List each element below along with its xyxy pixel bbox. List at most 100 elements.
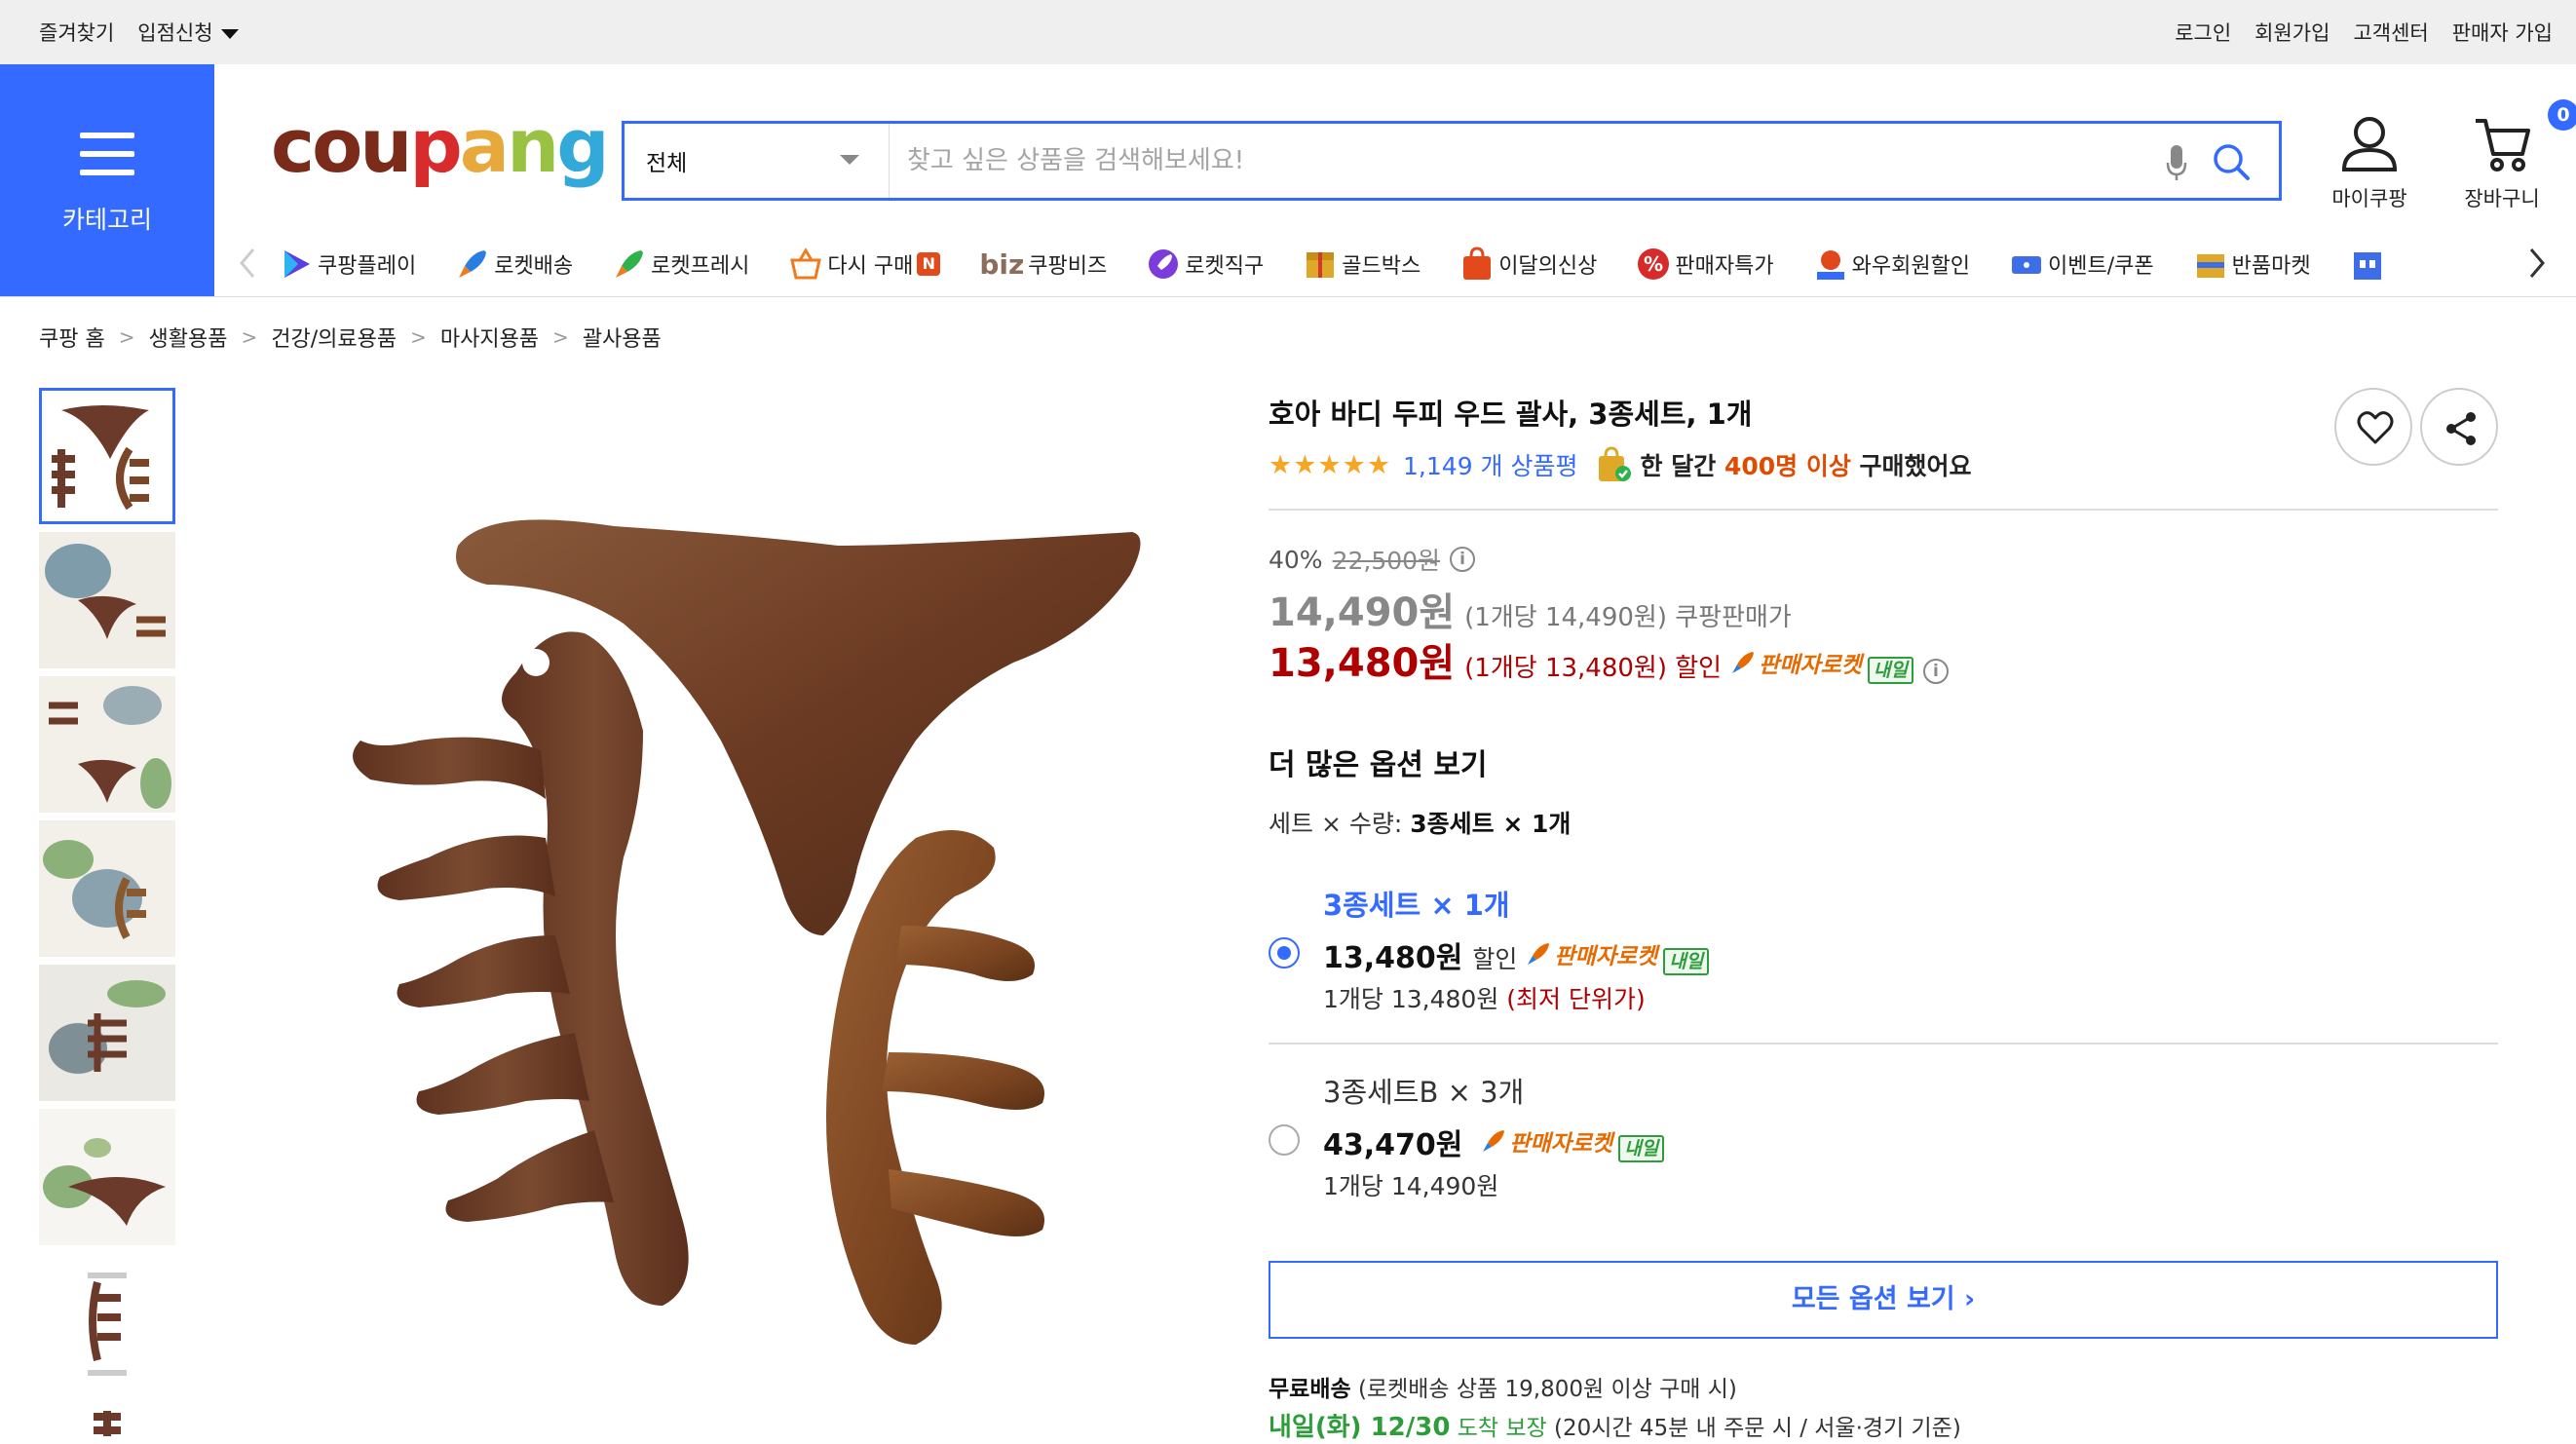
seller-apply-label: 입점신청 xyxy=(137,21,213,45)
product-thumbnail[interactable] xyxy=(39,532,175,668)
logo-letter: a xyxy=(459,102,510,189)
seller-signup-link[interactable]: 판매자 가입 xyxy=(2452,18,2553,47)
nav-coupang-biz[interactable]: biz 쿠팡비즈 xyxy=(979,248,1107,281)
lowest-unit-note: (최저 단위가) xyxy=(1506,985,1646,1013)
login-link[interactable]: 로그인 xyxy=(2175,18,2231,47)
coupang-logo[interactable]: coupang xyxy=(271,109,610,183)
option-price-note: 할인 xyxy=(1472,945,1518,973)
seller-apply-link[interactable]: 입점신청 xyxy=(137,18,239,47)
breadcrumb-item[interactable]: 생활용품 xyxy=(148,322,227,353)
logo-letter: u xyxy=(360,102,412,189)
wishlist-button[interactable] xyxy=(2334,388,2412,466)
option-item-1[interactable]: 3종세트 × 1개 13,480원 할인 판매자로켓 내일 1개당 13,480… xyxy=(1269,877,2498,1033)
search-input[interactable] xyxy=(907,137,2125,184)
option-item-2[interactable]: 3종세트B × 3개 43,470원 판매자로켓 내일 1개당 14,490원 xyxy=(1269,1064,2498,1220)
nav-more-item[interactable] xyxy=(2350,247,2389,282)
chevron-right-icon: > xyxy=(410,325,427,349)
info-icon[interactable]: i xyxy=(1922,659,1949,684)
coupang-price-unit: (1개당 14,490원) 쿠팡판매가 xyxy=(1464,603,1792,632)
nav-goldbox[interactable]: 골드박스 xyxy=(1303,247,1421,282)
microphone-icon[interactable] xyxy=(2166,143,2187,182)
nextday-badge: 내일 xyxy=(1663,948,1710,975)
category-menu-button[interactable]: 카테고리 xyxy=(0,64,214,296)
product-thumbnail[interactable] xyxy=(39,1397,175,1436)
nav-coupang-play[interactable]: 쿠팡플레이 xyxy=(279,247,416,282)
rocket-label: 판매자로켓 xyxy=(1509,1131,1613,1157)
nav-events-coupons[interactable]: 이벤트/쿠폰 xyxy=(2009,247,2154,282)
shortcut-nav-items: 쿠팡플레이 로켓배송 로켓프레시 다시 구매 N biz 쿠팡비즈 로켓직구 골… xyxy=(279,232,2428,296)
nav-label: 이달의신상 xyxy=(1498,254,1598,279)
header-divider xyxy=(0,296,2576,297)
nav-next-arrow-icon[interactable] xyxy=(2521,246,2551,281)
customer-center-link[interactable]: 고객센터 xyxy=(2353,18,2428,47)
rating-row: ★★★★★ 1,149 개 상품평 한 달간 400명 이상 구매했어요 xyxy=(1269,446,1972,483)
play-icon xyxy=(284,250,310,278)
wow-icon xyxy=(1816,250,1844,280)
new-badge-icon: N xyxy=(917,252,941,276)
user-icon xyxy=(2341,117,2398,171)
product-thumbnail[interactable] xyxy=(39,1109,175,1245)
option-radio[interactable] xyxy=(1269,937,1300,969)
unit-price: 1개당 13,480원 xyxy=(1323,985,1499,1013)
nav-label: 로켓직구 xyxy=(1185,254,1265,279)
nav-new-arrivals[interactable]: 이달의신상 xyxy=(1459,247,1597,282)
nav-prev-arrow-icon[interactable] xyxy=(234,246,263,281)
search-category-value: 전체 xyxy=(646,151,688,176)
sale-box-icon xyxy=(2196,254,2224,278)
coupang-price-row: 14,490원 (1개당 14,490원) 쿠팡판매가 xyxy=(1269,581,1792,637)
selection-prefix: 세트 × 수량: xyxy=(1269,810,1403,838)
product-main-image[interactable] xyxy=(292,507,1169,1384)
nav-label: 와우회원할인 xyxy=(1851,254,1971,279)
global-rocket-icon xyxy=(1149,249,1179,279)
nav-rocket-delivery[interactable]: 로켓배송 xyxy=(455,247,573,282)
product-thumbnail[interactable] xyxy=(39,965,175,1101)
nav-seller-deals[interactable]: % 판매자특가 xyxy=(1636,247,1774,282)
caret-down-icon xyxy=(220,29,239,39)
hamburger-icon xyxy=(80,133,134,175)
cart-button[interactable]: 0 장바구니 xyxy=(2443,99,2576,212)
product-thumbnail[interactable] xyxy=(39,1253,175,1389)
info-icon[interactable]: i xyxy=(1450,547,1476,572)
chevron-right-icon: > xyxy=(241,325,258,349)
top-utility-bar: 즐겨찾기 입점신청 로그인 회원가입 고객센터 판매자 가입 xyxy=(0,0,2576,64)
search-category-select[interactable]: 전체 xyxy=(625,124,890,198)
order-cutoff: (20시간 45분 내 주문 시 / 서울·경기 기준) xyxy=(1554,1416,1961,1441)
logo-letter: n xyxy=(507,102,559,189)
breadcrumb-item[interactable]: 쿠팡 홈 xyxy=(39,322,105,353)
category-label: 카테고리 xyxy=(61,206,152,234)
option-name: 3종세트 × 1개 xyxy=(1323,889,1510,922)
product-thumbnail[interactable] xyxy=(39,676,175,813)
star-rating-icon: ★★★★★ xyxy=(1269,449,1392,480)
review-count-link[interactable]: 1,149 개 상품평 xyxy=(1403,447,1577,482)
breadcrumb-item[interactable]: 건강/의료용품 xyxy=(271,322,397,353)
nav-label: 골드박스 xyxy=(1342,254,1421,279)
signup-link[interactable]: 회원가입 xyxy=(2254,18,2330,47)
arrival-guarantee: 도착 보장 xyxy=(1457,1416,1547,1441)
product-thumbnail[interactable] xyxy=(39,388,175,524)
coupon-icon xyxy=(2012,256,2042,274)
option-price: 13,480원 xyxy=(1323,941,1463,975)
breadcrumb-item[interactable]: 마사지용품 xyxy=(440,322,539,353)
view-all-options-button[interactable]: 모든 옵션 보기 › xyxy=(1269,1261,2498,1339)
svg-text:%: % xyxy=(1644,252,1663,276)
seller-rocket-badge: 판매자로켓 xyxy=(1525,937,1657,970)
nav-label: 로켓프레시 xyxy=(651,254,750,279)
option-radio[interactable] xyxy=(1269,1124,1300,1156)
nav-wow-discount[interactable]: 와우회원할인 xyxy=(1813,247,1970,282)
product-thumbnail[interactable] xyxy=(39,820,175,957)
mycoupang-button[interactable]: 마이쿠팡 xyxy=(2311,113,2428,212)
goldbox-icon xyxy=(1307,252,1335,278)
breadcrumb-item[interactable]: 괄사용품 xyxy=(583,322,662,353)
nav-rebuy[interactable]: 다시 구매 N xyxy=(788,247,941,282)
share-button[interactable] xyxy=(2420,388,2498,466)
nav-rocket-fresh[interactable]: 로켓프레시 xyxy=(612,247,749,282)
option-divider xyxy=(1269,1043,2498,1045)
cart-icon xyxy=(2476,119,2530,171)
nav-return-market[interactable]: 반품마켓 xyxy=(2193,247,2311,282)
bookmark-link[interactable]: 즐겨찾기 xyxy=(39,18,114,47)
rocket-label: 판매자로켓 xyxy=(1554,944,1658,969)
option-name: 3종세트B × 3개 xyxy=(1323,1076,1525,1109)
sale-price-unit: (1개당 13,480원) 할인 xyxy=(1464,654,1723,683)
search-icon[interactable] xyxy=(2211,141,2252,182)
nav-rocket-global[interactable]: 로켓직구 xyxy=(1146,247,1264,282)
